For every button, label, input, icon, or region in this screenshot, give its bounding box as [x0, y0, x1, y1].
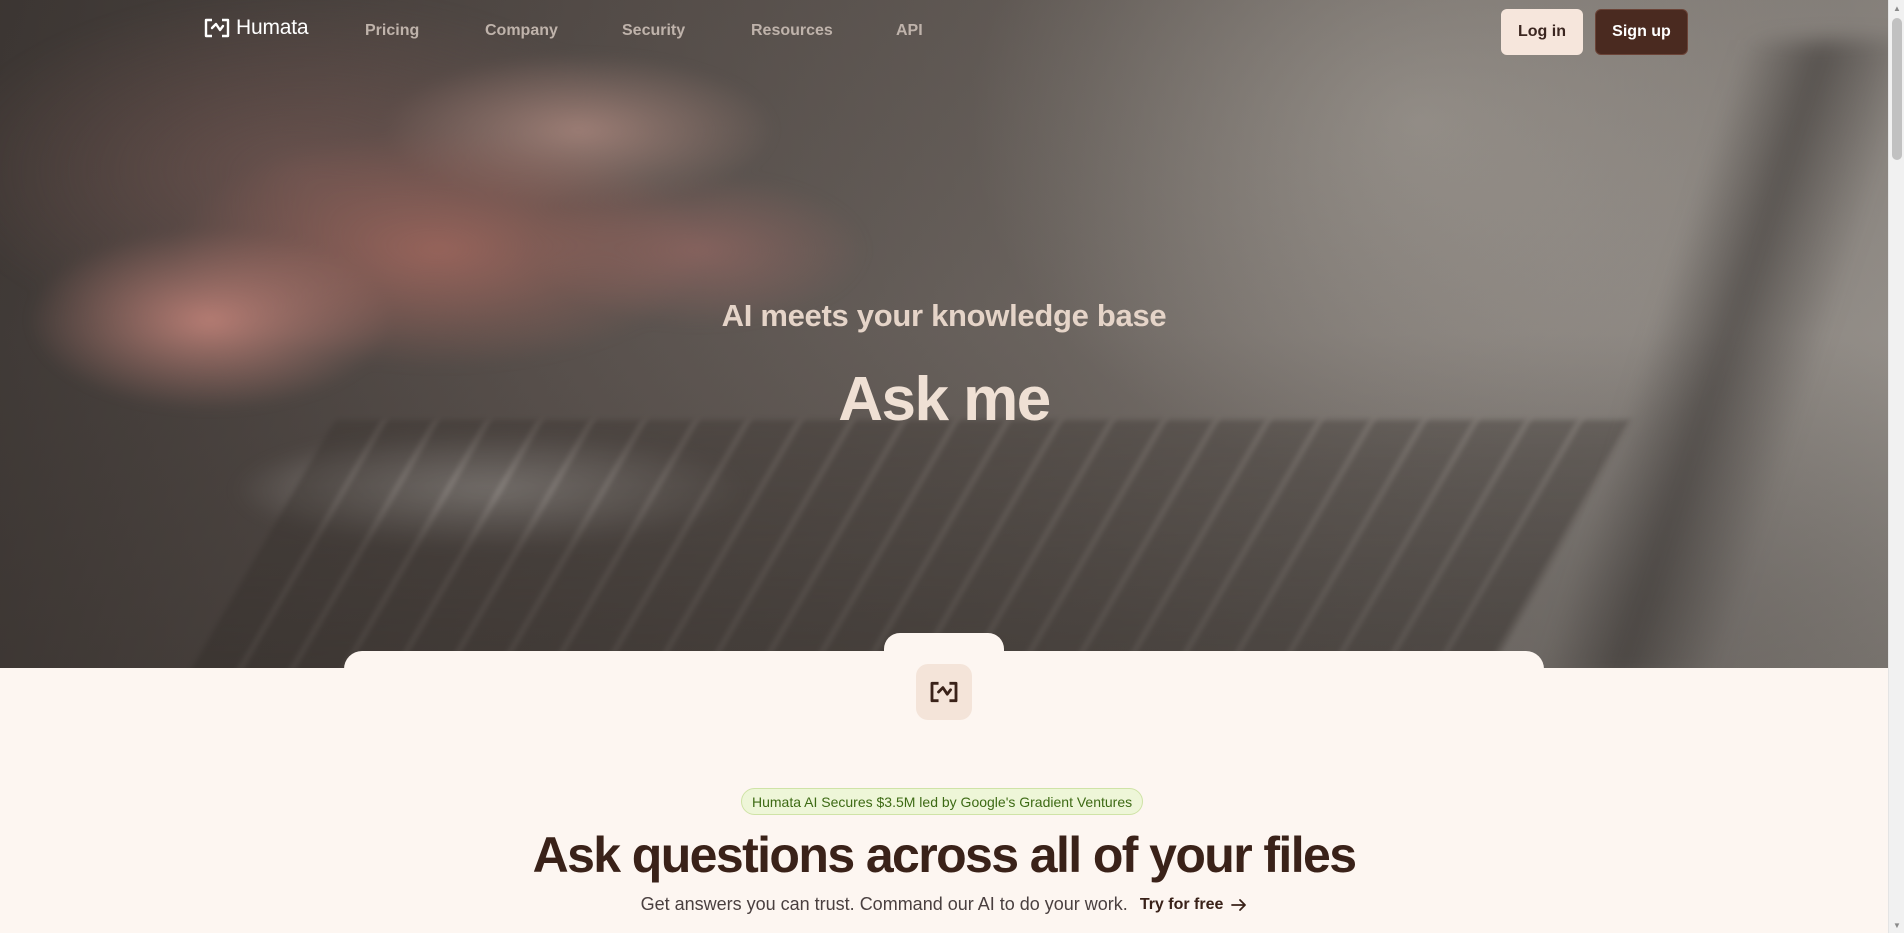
- nav-link-resources[interactable]: Resources: [751, 22, 833, 40]
- subheading-text: Get answers you can trust. Command our A…: [640, 894, 1128, 914]
- nav-link-company[interactable]: Company: [485, 22, 558, 40]
- hero-section: AI meets your knowledge base Ask me: [0, 0, 1888, 668]
- hero-subtitle: AI meets your knowledge base: [721, 298, 1167, 333]
- announcement-badge[interactable]: Humata AI Secures $3.5M led by Google's …: [741, 788, 1144, 815]
- login-button[interactable]: Log in: [1501, 9, 1583, 55]
- card-logo-badge: [916, 664, 972, 720]
- subheading-row: Get answers you can trust. Command our A…: [0, 894, 1888, 915]
- scroll-up-arrow-icon[interactable]: ▲: [1889, 0, 1904, 16]
- scroll-down-arrow-icon[interactable]: ▼: [1889, 917, 1904, 933]
- try-for-free-link[interactable]: Try for free: [1140, 896, 1248, 914]
- logo-text: Humata: [236, 16, 309, 39]
- nav-link-security[interactable]: Security: [622, 22, 685, 40]
- hero-overlay: [0, 0, 1888, 668]
- humata-logo-icon: [930, 681, 958, 703]
- scrollbar-thumb[interactable]: [1892, 18, 1902, 160]
- signup-button[interactable]: Sign up: [1595, 9, 1688, 55]
- main-heading: Ask questions across all of your files: [532, 827, 1357, 883]
- logo[interactable]: Humata: [204, 16, 309, 40]
- page: AI meets your knowledge base Ask me Huma…: [0, 0, 1904, 933]
- hero-title: Ask me: [838, 365, 1051, 434]
- top-navigation: Humata Pricing Company Security Resource…: [0, 0, 1888, 66]
- arrow-right-icon: [1231, 898, 1247, 911]
- page-scrollbar[interactable]: ▲ ▼: [1888, 0, 1904, 933]
- nav-link-pricing[interactable]: Pricing: [365, 22, 419, 40]
- nav-link-api[interactable]: API: [896, 22, 923, 40]
- try-for-free-label: Try for free: [1139, 895, 1224, 913]
- humata-logo-icon: [204, 18, 230, 38]
